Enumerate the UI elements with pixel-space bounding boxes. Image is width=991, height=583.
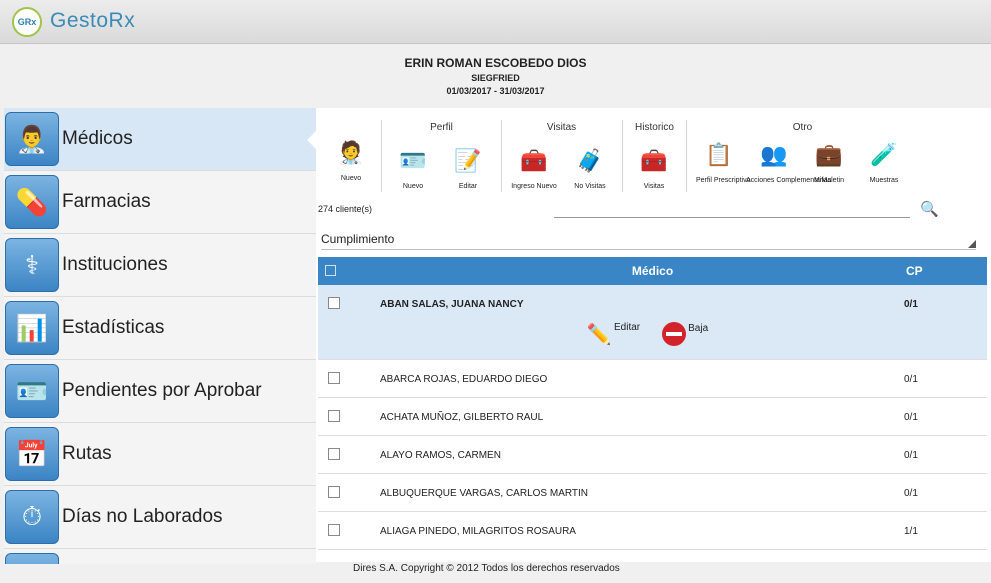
row-checkbox[interactable]	[328, 410, 340, 422]
table-row[interactable]: ALAYO RAMOS, CARMEN 0/1	[318, 436, 987, 474]
cp-value: 0/1	[904, 374, 918, 385]
app-bar: GRx GestoRx	[0, 0, 991, 44]
medkit-remove-icon: 🧳	[576, 148, 604, 173]
sidebar-item-label: Instituciones	[62, 254, 168, 275]
sidebar-item-label: Rutas	[62, 443, 112, 464]
no-visitas-button[interactable]: 🧳 No Visitas	[566, 142, 614, 190]
add-profile-icon: 🪪	[399, 148, 427, 173]
pending-icon: 🪪	[5, 364, 59, 418]
row-checkbox[interactable]	[328, 372, 340, 384]
sidebar-item-rutas[interactable]: 📅 Rutas	[4, 423, 316, 486]
cp-value: 1/1	[904, 526, 918, 537]
edit-profile-icon: 📝	[454, 148, 482, 173]
briefcase-icon: 💼	[815, 142, 843, 167]
chevron-down-icon	[968, 240, 976, 248]
filter-value: Cumplimiento	[321, 232, 395, 246]
team-icon: 👥	[760, 142, 788, 167]
main-panel: 🧑‍⚕️ Nuevo Perfil 🪪 Nuevo 📝 Editar Visit…	[316, 108, 991, 562]
table-row[interactable]: ALBUQUERQUE VARGAS, CARLOS MARTIN 0/1	[318, 474, 987, 512]
copyright-text: Dires S.A. Copyright © 2012 Todos los de…	[353, 563, 620, 574]
medico-name: ACHATA MUÑOZ, GILBERTO RAUL	[380, 412, 544, 423]
toolbar: 🧑‍⚕️ Nuevo Perfil 🪪 Nuevo 📝 Editar Visit…	[316, 108, 991, 196]
sidebar: 👨‍⚕️ Médicos 💊 Farmacias ⚕ Instituciones…	[4, 108, 316, 564]
row-actions: ✏️ Editar Baja	[586, 321, 730, 347]
mimaletin-button[interactable]: 💼 MiMaletin	[808, 136, 850, 184]
sidebar-item-farmacias[interactable]: 💊 Farmacias	[4, 171, 316, 234]
table-row[interactable]: ACHATA MUÑOZ, GILBERTO RAUL 0/1	[318, 398, 987, 436]
clock-icon: ⏱	[5, 490, 59, 544]
table-header: Médico CP	[318, 257, 987, 285]
historico-visitas-button[interactable]: 🧰 Visitas	[631, 142, 677, 190]
muestras-button[interactable]: 🧪 Muestras	[856, 136, 912, 184]
sidebar-item-label: Pendientes por Aprobar	[62, 380, 262, 401]
row-checkbox[interactable]	[328, 448, 340, 460]
more-icon	[5, 553, 59, 564]
sidebar-item-label: Estadísticas	[62, 317, 165, 338]
medico-name: ABARCA ROJAS, EDUARDO DIEGO	[380, 374, 548, 385]
perfil-prescriptivo-button[interactable]: 📋 Perfil Prescriptivo	[696, 136, 750, 184]
active-notch	[307, 130, 316, 150]
sidebar-item-label: Días no Laborados	[62, 506, 223, 527]
medico-name: ALAYO RAMOS, CARMEN	[380, 450, 501, 461]
company-name: SIEGFRIED	[471, 73, 520, 83]
medico-name: ABAN SALAS, JUANA NANCY	[380, 299, 524, 310]
sidebar-item-pendientes[interactable]: 🪪 Pendientes por Aprobar	[4, 360, 316, 423]
sidebar-item-label: Médicos	[62, 128, 133, 149]
perfil-nuevo-button[interactable]: 🪪 Nuevo	[390, 142, 436, 190]
row-checkbox[interactable]	[328, 297, 340, 309]
medico-column-header: Médico	[631, 264, 674, 278]
medico-list: ABAN SALAS, JUANA NANCY 0/1 ✏️ Editar Ba…	[318, 285, 987, 550]
row-checkbox[interactable]	[328, 524, 340, 536]
medkit-add-icon: 🧰	[520, 148, 548, 173]
clipboard-icon: 📋	[705, 142, 733, 167]
acciones-complementarias-button[interactable]: 👥 Acciones Complementarias	[746, 136, 831, 184]
cumplimiento-select[interactable]: Cumplimiento	[321, 232, 976, 250]
route-icon: 📅	[5, 427, 59, 481]
test-tubes-icon: 🧪	[870, 142, 898, 167]
institution-icon: ⚕	[5, 238, 59, 292]
table-row[interactable]: ABAN SALAS, JUANA NANCY 0/1 ✏️ Editar Ba…	[318, 285, 987, 360]
cp-value: 0/1	[904, 488, 918, 499]
sidebar-item-label: Farmacias	[62, 191, 151, 212]
ingreso-nuevo-button[interactable]: 🧰 Ingreso Nuevo	[508, 142, 560, 190]
cp-value: 0/1	[904, 450, 918, 461]
perfil-title: Perfil	[430, 122, 453, 133]
sidebar-item-more[interactable]	[4, 549, 316, 564]
sidebar-item-instituciones[interactable]: ⚕ Instituciones	[4, 234, 316, 297]
editar-button[interactable]: ✏️ Editar	[586, 321, 641, 347]
gestorx-logo-icon: GRx	[12, 7, 42, 37]
user-header: ERIN ROMAN ESCOBEDO DIOS SIEGFRIED 01/03…	[0, 56, 991, 96]
cp-value: 0/1	[904, 299, 918, 310]
user-name: ERIN ROMAN ESCOBEDO DIOS	[404, 56, 587, 70]
table-row[interactable]: ABARCA ROJAS, EDUARDO DIEGO 0/1	[318, 360, 987, 398]
doctor-icon: 👨‍⚕️	[5, 112, 59, 166]
search-input[interactable]	[554, 204, 910, 218]
search-icon[interactable]: 🔍	[920, 200, 939, 218]
cp-column-header: CP	[906, 264, 923, 278]
sidebar-item-estadisticas[interactable]: 📊 Estadísticas	[4, 297, 316, 360]
sidebar-item-dias-no-laborados[interactable]: ⏱ Días no Laborados	[4, 486, 316, 549]
perfil-editar-button[interactable]: 📝 Editar	[445, 142, 491, 190]
medkit-history-icon: 🧰	[640, 148, 668, 173]
baja-button[interactable]: Baja	[662, 322, 708, 346]
add-doctor-icon: 🧑‍⚕️	[337, 140, 365, 165]
visitas-title: Visitas	[546, 122, 577, 133]
sidebar-item-medicos[interactable]: 👨‍⚕️ Médicos	[4, 108, 316, 171]
otro-title: Otro	[792, 122, 813, 133]
nuevo-medico-button[interactable]: 🧑‍⚕️ Nuevo	[328, 134, 374, 182]
historico-title: Historico	[635, 122, 674, 133]
medico-name: ALIAGA PINEDO, MILAGRITOS ROSAURA	[380, 526, 576, 537]
medico-name: ALBUQUERQUE VARGAS, CARLOS MARTIN	[380, 488, 589, 499]
pencil-icon: ✏️	[586, 323, 612, 346]
cp-value: 0/1	[904, 412, 918, 423]
client-count: 274 cliente(s)	[318, 204, 373, 214]
app-title: GestoRx	[50, 9, 136, 32]
chart-icon: 📊	[5, 301, 59, 355]
row-checkbox[interactable]	[328, 486, 340, 498]
stop-icon	[662, 322, 687, 346]
period-range: 01/03/2017 - 31/03/2017	[446, 86, 545, 96]
pharmacy-icon: 💊	[5, 175, 59, 229]
table-row[interactable]: ALIAGA PINEDO, MILAGRITOS ROSAURA 1/1	[318, 512, 987, 550]
